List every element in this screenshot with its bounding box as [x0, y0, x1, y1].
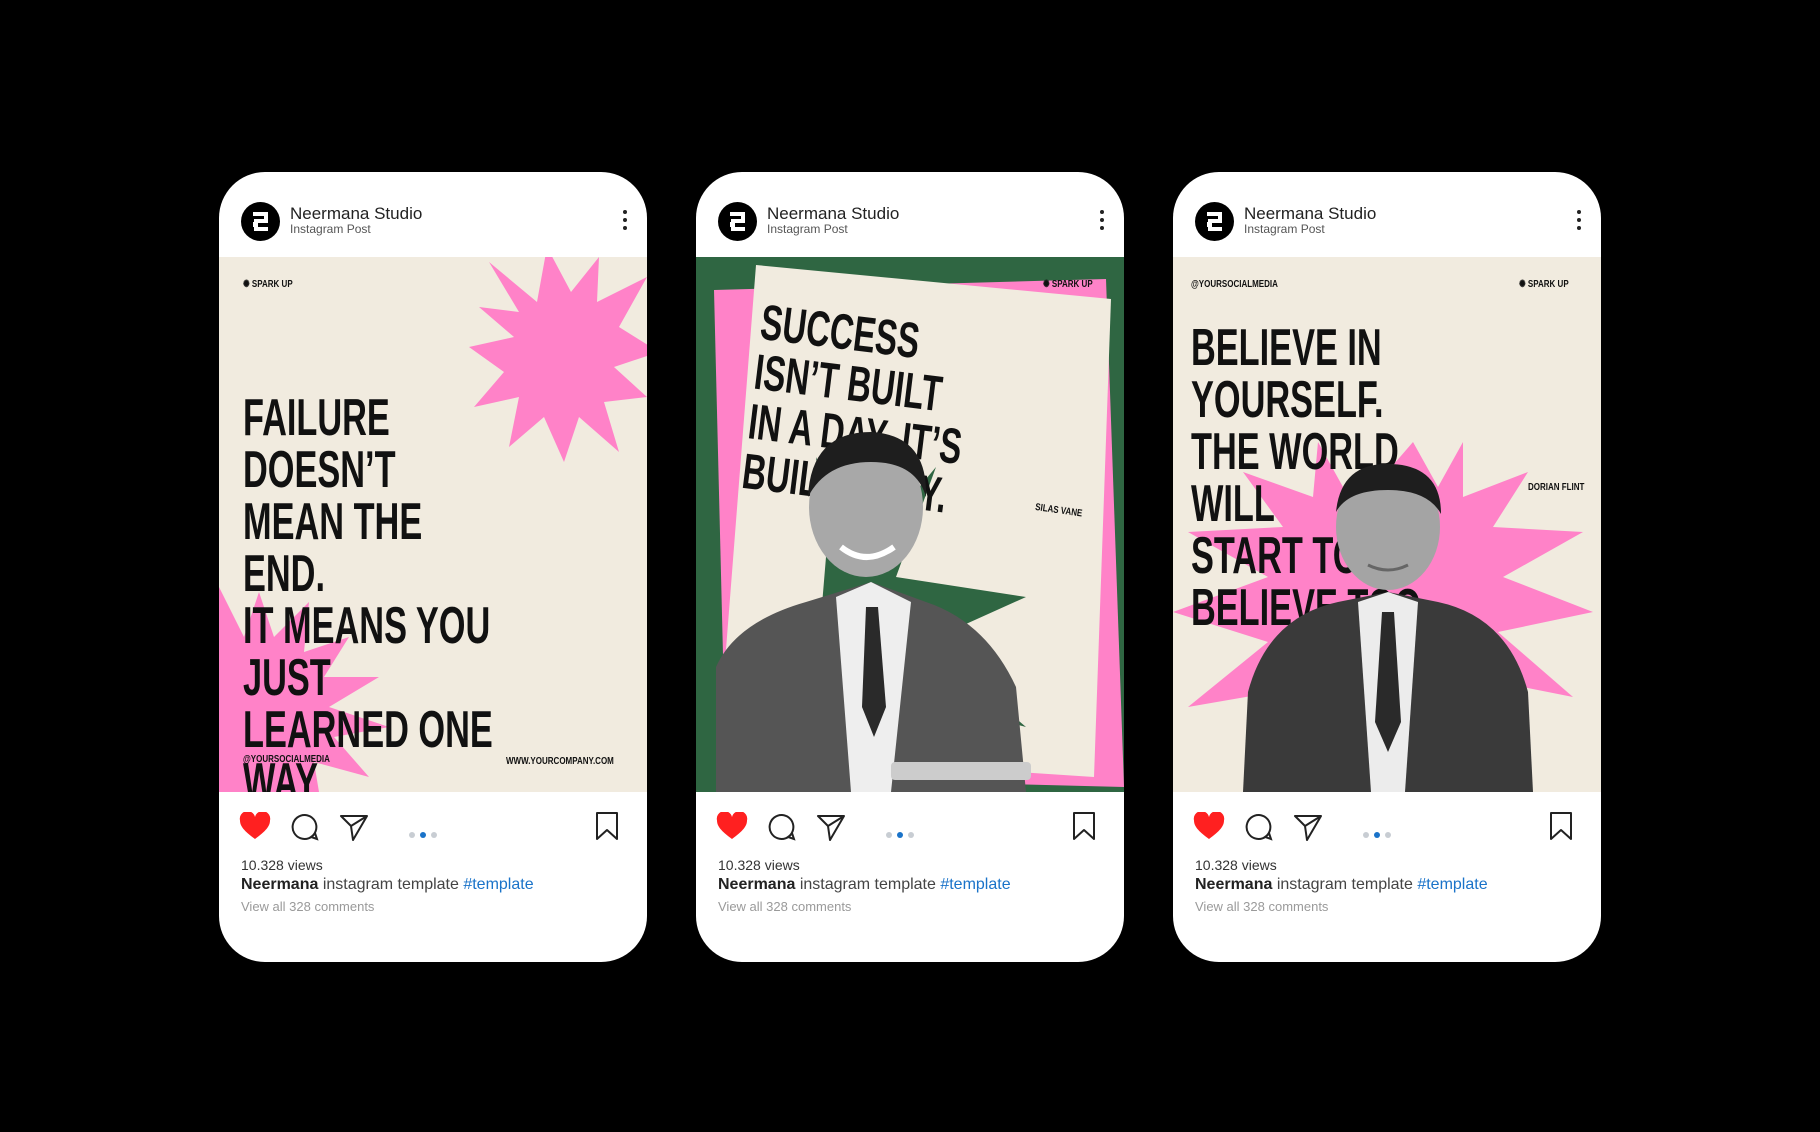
comment-icon[interactable] — [1245, 813, 1273, 841]
post-header: Neermana Studio Instagram Post — [696, 172, 1124, 257]
website-url: WWW.YOURCOMPANY.COM — [506, 756, 614, 767]
account-name[interactable]: Neermana Studio — [290, 205, 422, 223]
view-comments-link[interactable]: View all 328 comments — [718, 899, 851, 914]
caption-text: instagram template — [795, 876, 941, 893]
post-image[interactable]: ✺ SPARK UP FAILURE DOESN’T MEAN THE END.… — [219, 257, 647, 792]
post-card: Neermana Studio Instagram Post ✺ SPARK U… — [696, 172, 1124, 962]
view-comments-link[interactable]: View all 328 comments — [241, 899, 374, 914]
social-handle: @YOURSOCIALMEDIA — [243, 754, 330, 765]
carousel-dots — [886, 825, 919, 843]
caption-text: instagram template — [318, 876, 464, 893]
share-icon[interactable] — [339, 813, 369, 841]
man-portrait-photo — [1243, 463, 1533, 792]
post-card: Neermana Studio Instagram Post ✺ SPARK U… — [219, 172, 647, 962]
caption-username[interactable]: Neermana — [1195, 876, 1272, 893]
view-count: 10.328 views — [718, 857, 800, 873]
action-bar — [1173, 792, 1601, 862]
view-count: 10.328 views — [241, 857, 323, 873]
carousel-dots — [1363, 825, 1396, 843]
caption-text: instagram template — [1272, 876, 1418, 893]
account-subtitle: Instagram Post — [290, 222, 371, 236]
action-bar — [219, 792, 647, 862]
comment-icon[interactable] — [768, 813, 796, 841]
view-count: 10.328 views — [1195, 857, 1277, 873]
caption-username[interactable]: Neermana — [718, 876, 795, 893]
comment-icon[interactable] — [291, 813, 319, 841]
more-options-icon[interactable] — [1575, 210, 1583, 234]
account-subtitle: Instagram Post — [1244, 222, 1325, 236]
caption: Neermana instagram template #template — [241, 876, 534, 894]
quote-author: DORIAN FLINT — [1528, 482, 1585, 493]
carousel-dots — [409, 825, 442, 843]
brand-badge: ✺ SPARK UP — [1043, 279, 1093, 290]
share-icon[interactable] — [1293, 813, 1323, 841]
bookmark-icon[interactable] — [1071, 811, 1097, 841]
post-header: Neermana Studio Instagram Post — [219, 172, 647, 257]
caption: Neermana instagram template #template — [718, 876, 1011, 894]
brand-badge: ✺ SPARK UP — [243, 279, 293, 290]
man-portrait-photo — [716, 432, 1031, 792]
caption-username[interactable]: Neermana — [241, 876, 318, 893]
bookmark-icon[interactable] — [594, 811, 620, 841]
post-card: Neermana Studio Instagram Post @YOURSOCI… — [1173, 172, 1601, 962]
post-header: Neermana Studio Instagram Post — [1173, 172, 1601, 257]
studio-logo-avatar[interactable] — [718, 202, 757, 241]
post-image[interactable]: @YOURSOCIALMEDIA ✺ SPARK UP BELIEVE IN Y… — [1173, 257, 1601, 792]
post-image[interactable]: ✺ SPARK UP SUCCESS ISN’T BUILT IN A DAY.… — [696, 257, 1124, 792]
brand-badge: ✺ SPARK UP — [1519, 279, 1569, 290]
social-handle: @YOURSOCIALMEDIA — [1191, 279, 1278, 290]
more-options-icon[interactable] — [1098, 210, 1106, 234]
more-options-icon[interactable] — [621, 210, 629, 234]
account-name[interactable]: Neermana Studio — [1244, 205, 1376, 223]
hashtag-link[interactable]: #template — [463, 876, 533, 893]
studio-logo-avatar[interactable] — [241, 202, 280, 241]
studio-logo-avatar[interactable] — [1195, 202, 1234, 241]
share-icon[interactable] — [816, 813, 846, 841]
action-bar — [696, 792, 1124, 862]
quote-text: FAILURE DOESN’T MEAN THE END. IT MEANS Y… — [243, 389, 493, 792]
account-subtitle: Instagram Post — [767, 222, 848, 236]
caption: Neermana instagram template #template — [1195, 876, 1488, 894]
bookmark-icon[interactable] — [1548, 811, 1574, 841]
heart-icon[interactable] — [239, 812, 271, 840]
view-comments-link[interactable]: View all 328 comments — [1195, 899, 1328, 914]
heart-icon[interactable] — [1193, 812, 1225, 840]
account-name[interactable]: Neermana Studio — [767, 205, 899, 223]
hashtag-link[interactable]: #template — [1417, 876, 1487, 893]
heart-icon[interactable] — [716, 812, 748, 840]
hashtag-link[interactable]: #template — [940, 876, 1010, 893]
